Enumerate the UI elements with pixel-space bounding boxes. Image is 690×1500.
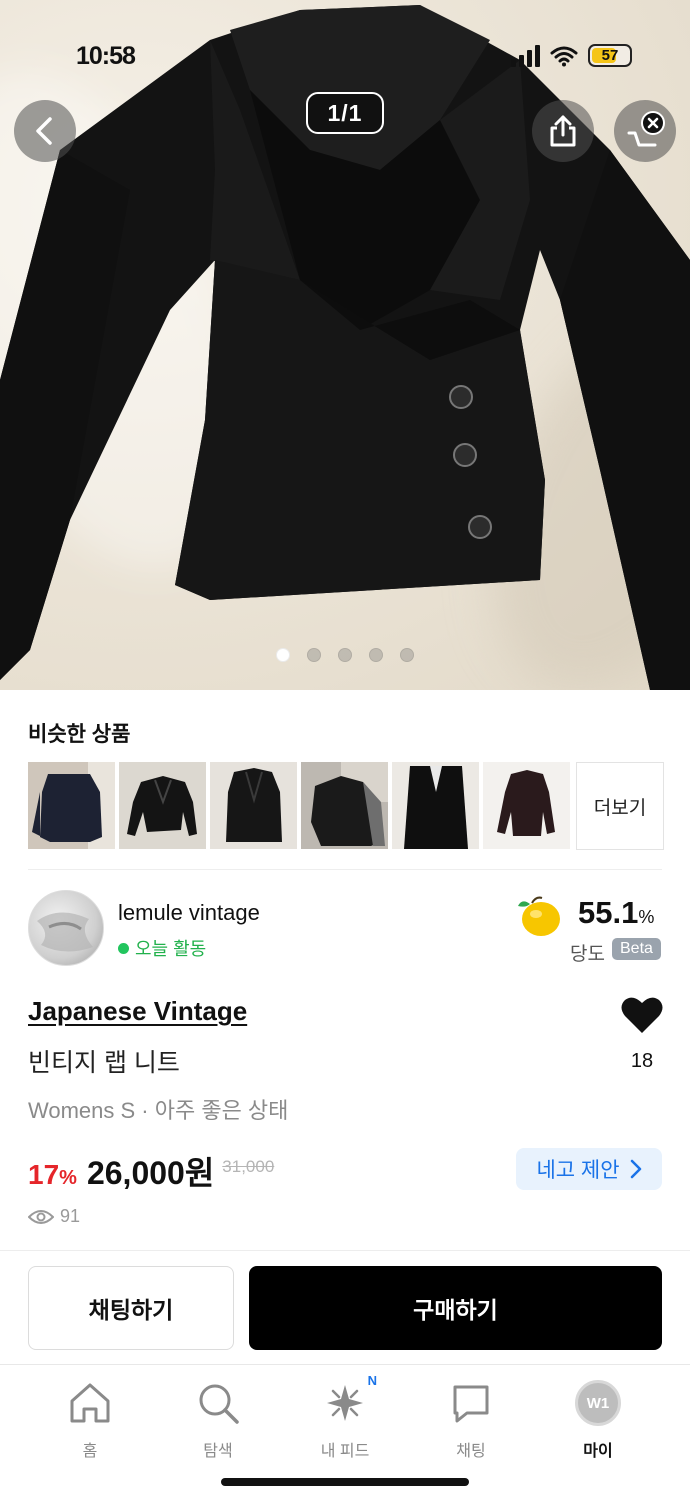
tab-my[interactable]: W1 마이	[548, 1379, 648, 1461]
tab-home[interactable]: 홈	[40, 1379, 140, 1461]
divider	[28, 869, 662, 870]
tab-label: 탐색	[203, 1443, 233, 1460]
product-spec: Womens S · 아주 좋은 상태	[28, 1098, 289, 1123]
original-price: 31,000	[222, 1157, 275, 1176]
tab-label: 홈	[82, 1443, 98, 1460]
pagination-dot[interactable]	[276, 648, 290, 662]
chevron-left-icon	[36, 117, 52, 145]
share-button[interactable]	[532, 100, 594, 162]
sale-price: 26,000원	[86, 1155, 215, 1191]
sparkle-icon	[327, 1385, 363, 1421]
discount-value: 17	[28, 1159, 60, 1190]
similar-items-title: 비슷한 상품	[28, 723, 131, 746]
discount-rate: 17%	[28, 1159, 77, 1191]
signal-icon	[511, 44, 540, 67]
seller-name[interactable]: lemule vintage	[118, 900, 260, 926]
similar-item-thumbnail[interactable]	[483, 762, 570, 849]
gallery-pagination	[0, 648, 690, 662]
close-icon	[627, 111, 665, 147]
status-bar: 10:58 57	[0, 30, 690, 82]
tab-label: 채팅	[456, 1443, 486, 1460]
purchase-action-bar: 채팅하기 구매하기	[0, 1250, 690, 1364]
make-offer-label: 네고 제안	[536, 1159, 620, 1182]
new-badge: N	[367, 1373, 377, 1388]
product-image-gallery[interactable]: 10:58 57 1/1	[0, 0, 690, 690]
pagination-dot[interactable]	[307, 648, 321, 662]
eye-icon	[28, 1209, 54, 1224]
seller-activity-label: 오늘 활동	[135, 939, 207, 959]
seller-activity: 오늘 활동	[118, 935, 206, 961]
tab-label: 마이	[583, 1443, 613, 1460]
beta-badge: Beta	[612, 938, 661, 960]
see-more-button[interactable]: 더보기	[576, 762, 664, 850]
search-icon	[199, 1384, 239, 1424]
heart-icon[interactable]	[620, 995, 664, 1035]
battery-icon: 57	[588, 44, 632, 67]
view-count: 91	[28, 1206, 80, 1227]
back-button[interactable]	[14, 100, 76, 162]
tab-my-feed[interactable]: N 내 피드	[295, 1373, 395, 1461]
profile-avatar: W1	[575, 1380, 621, 1426]
similar-item-thumbnail[interactable]	[392, 762, 479, 849]
discount-unit: %	[59, 1167, 77, 1189]
product-title: 빈티지 랩 니트	[28, 1049, 180, 1077]
view-count-value: 91	[60, 1206, 81, 1226]
price-row: 17% 26,000원 31,000	[28, 1148, 274, 1194]
share-icon	[550, 115, 576, 147]
pagination-dot[interactable]	[369, 648, 383, 662]
similar-item-thumbnail[interactable]	[119, 762, 206, 849]
similar-items-list: 더보기	[28, 762, 664, 850]
tab-search[interactable]: 탐색	[168, 1379, 268, 1461]
seller-avatar[interactable]	[28, 890, 104, 966]
chat-button[interactable]: 채팅하기	[28, 1266, 234, 1350]
similar-item-thumbnail[interactable]	[210, 762, 297, 849]
lemon-icon	[518, 896, 560, 936]
home-icon	[70, 1383, 110, 1423]
pagination-dot[interactable]	[400, 648, 414, 662]
image-counter: 1/1	[306, 92, 384, 134]
similar-item-thumbnail[interactable]	[301, 762, 388, 849]
like-count: 18	[630, 1050, 654, 1072]
online-dot-icon	[118, 942, 129, 954]
home-indicator	[221, 1478, 469, 1486]
buy-button[interactable]: 구매하기	[249, 1266, 662, 1350]
chat-bubble-icon	[453, 1385, 489, 1423]
close-overlay-button[interactable]	[614, 100, 676, 162]
wifi-icon	[550, 46, 578, 66]
make-offer-button[interactable]: 네고 제안	[516, 1148, 662, 1190]
status-icons: 57	[511, 44, 632, 67]
sweetness-value: 55.1	[578, 895, 639, 930]
battery-level: 57	[601, 47, 619, 64]
status-time: 10:58	[76, 42, 136, 70]
chevron-right-icon	[630, 1159, 641, 1179]
sweetness-score: 55.1%	[578, 895, 654, 931]
sweetness-label: 당도	[570, 944, 605, 965]
pagination-dot[interactable]	[338, 648, 352, 662]
sweetness-unit: %	[638, 907, 655, 927]
tab-chat[interactable]: 채팅	[421, 1379, 521, 1461]
similar-item-thumbnail[interactable]	[28, 762, 115, 849]
brand-link[interactable]: Japanese Vintage	[28, 996, 247, 1027]
tab-label: 내 피드	[320, 1443, 370, 1460]
